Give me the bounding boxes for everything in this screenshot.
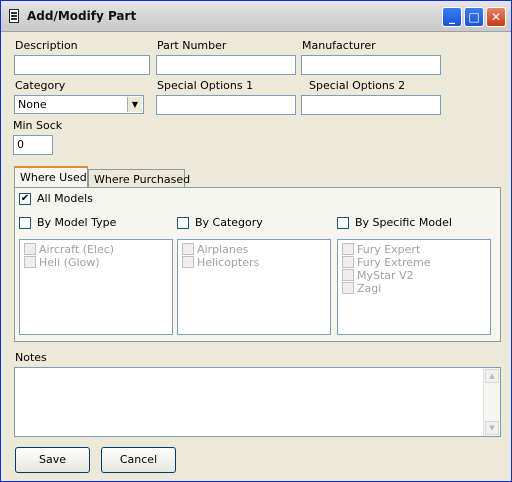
- notes-scrollbar[interactable]: ▲ ▼: [483, 368, 500, 436]
- model-type-list[interactable]: Aircraft (Elec) Heli (Glow): [19, 239, 173, 335]
- save-button[interactable]: Save: [15, 447, 90, 473]
- list-item: Aircraft (Elec): [24, 243, 114, 256]
- window-title: Add/Modify Part: [27, 9, 137, 23]
- chevron-down-icon[interactable]: ▼: [127, 97, 142, 112]
- list-item: Zagi: [342, 282, 381, 295]
- checkbox-icon: [342, 256, 354, 268]
- part-number-label: Part Number: [157, 39, 227, 52]
- special-options-2-field[interactable]: [301, 95, 441, 115]
- checkbox-icon: [24, 243, 36, 255]
- description-label: Description: [15, 39, 78, 52]
- notes-textarea[interactable]: ▲ ▼: [14, 367, 501, 437]
- checkbox-icon: [182, 256, 194, 268]
- list-item: Heli (Glow): [24, 256, 100, 269]
- manufacturer-field[interactable]: [301, 55, 441, 75]
- special-options-1-label: Special Options 1: [157, 79, 254, 92]
- by-model-type-label: By Model Type: [37, 216, 117, 229]
- list-item: Fury Expert: [342, 243, 420, 256]
- app-icon: [9, 9, 19, 23]
- part-number-field[interactable]: [156, 55, 296, 75]
- description-field[interactable]: [14, 55, 150, 75]
- manufacturer-label: Manufacturer: [302, 39, 376, 52]
- checkbox-icon: [24, 256, 36, 268]
- special-options-2-label: Special Options 2: [309, 79, 406, 92]
- list-item: Fury Extreme: [342, 256, 431, 269]
- by-specific-model-checkbox[interactable]: [337, 217, 349, 229]
- cancel-button[interactable]: Cancel: [101, 447, 176, 473]
- list-item: Helicopters: [182, 256, 259, 269]
- add-modify-part-window: Add/Modify Part _ □ ✕ Description Part N…: [0, 0, 512, 482]
- list-item: Airplanes: [182, 243, 248, 256]
- checkbox-icon: [342, 243, 354, 255]
- maximize-button[interactable]: □: [464, 7, 484, 27]
- min-stock-field[interactable]: 0: [13, 135, 53, 155]
- tab-where-used[interactable]: Where Used: [14, 166, 88, 188]
- by-category-label: By Category: [195, 216, 263, 229]
- by-specific-model-label: By Specific Model: [355, 216, 452, 229]
- list-item: MyStar V2: [342, 269, 414, 282]
- checkbox-icon: [342, 282, 354, 294]
- checkbox-icon: [182, 243, 194, 255]
- by-category-checkbox[interactable]: [177, 217, 189, 229]
- title-bar[interactable]: Add/Modify Part _ □ ✕: [1, 1, 511, 32]
- close-button[interactable]: ✕: [486, 7, 506, 27]
- category-label: Category: [15, 79, 66, 92]
- notes-label: Notes: [15, 351, 47, 364]
- minimize-button[interactable]: _: [442, 7, 462, 27]
- scroll-up-icon[interactable]: ▲: [485, 369, 499, 383]
- all-models-checkbox[interactable]: ✔: [19, 193, 31, 205]
- special-options-1-field[interactable]: [156, 95, 296, 115]
- checkbox-icon: [342, 269, 354, 281]
- by-model-type-checkbox[interactable]: [19, 217, 31, 229]
- category-list[interactable]: Airplanes Helicopters: [177, 239, 331, 335]
- specific-model-list[interactable]: Fury Expert Fury Extreme MyStar V2 Zagi: [337, 239, 491, 335]
- category-value: None: [18, 98, 47, 111]
- all-models-label: All Models: [37, 192, 93, 205]
- category-dropdown[interactable]: None ▼: [14, 95, 144, 114]
- min-stock-label: Min Sock: [13, 119, 63, 132]
- scroll-down-icon[interactable]: ▼: [485, 421, 499, 435]
